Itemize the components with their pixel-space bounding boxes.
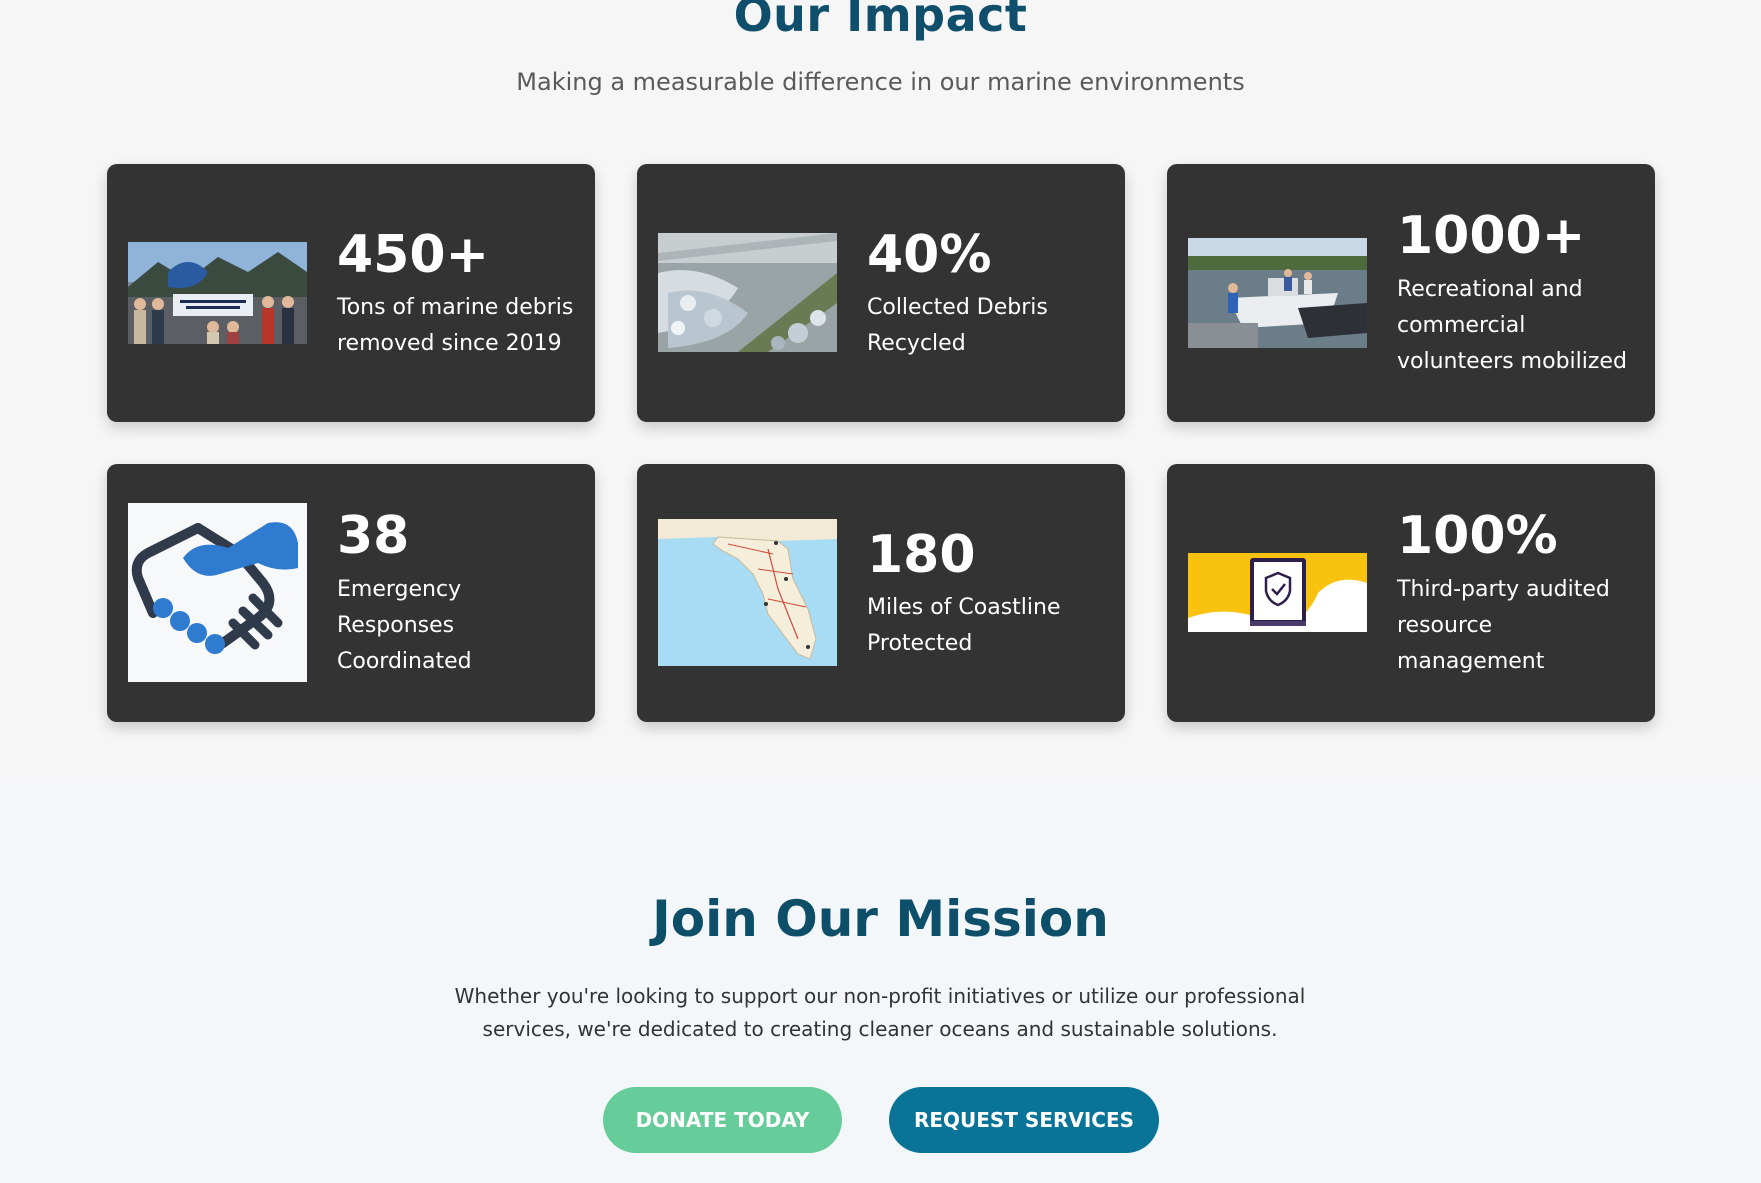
stat-value: 180 — [867, 524, 976, 585]
stat-block: 180 Miles of Coastline Protected — [867, 464, 1107, 722]
impact-card-coastline: 180 Miles of Coastline Protected — [637, 464, 1125, 722]
stat-label: Third-party audited resource management — [1397, 576, 1610, 675]
impact-card-volunteers: 1000+ Recreational and commercial volunt… — [1167, 164, 1655, 422]
stat-value: 450+ — [337, 224, 490, 285]
mission-title: Join Our Mission — [652, 890, 1109, 948]
florida-map — [658, 519, 837, 666]
impact-section: Our Impact Making a measurable differenc… — [0, 0, 1761, 780]
recycling-facility-photo — [658, 233, 837, 352]
stat-block: 100% Third-party audited resource manage… — [1397, 464, 1637, 722]
impact-card-audited: 100% Third-party audited resource manage… — [1167, 464, 1655, 722]
request-services-button[interactable]: REQUEST SERVICES — [889, 1087, 1159, 1153]
impact-subtitle: Making a measurable difference in our ma… — [516, 68, 1245, 96]
stat-label: Tons of marine debris removed since 2019 — [337, 294, 574, 357]
mission-description: Whether you're looking to support our no… — [454, 984, 1306, 1041]
mission-section: Join Our Mission Whether you're looking … — [0, 780, 1761, 1183]
impact-card-emergency: 38 Emergency Responses Coordinated — [107, 464, 595, 722]
stat-block: 450+ Tons of marine debris removed since… — [337, 164, 577, 422]
stat-label: Recreational and commercial volunteers m… — [1397, 276, 1627, 375]
stat-value: 40% — [867, 224, 992, 285]
audit-badge-icon — [1188, 553, 1367, 632]
stat-label: Emergency Responses Coordinated — [337, 576, 472, 675]
stat-block: 38 Emergency Responses Coordinated — [337, 464, 577, 722]
stat-value: 38 — [337, 506, 410, 567]
stat-block: 40% Collected Debris Recycled — [867, 164, 1107, 422]
boats-at-dock-photo — [1188, 238, 1367, 348]
impact-card-recycled: 40% Collected Debris Recycled — [637, 164, 1125, 422]
impact-title: Our Impact — [733, 0, 1028, 42]
stat-label: Collected Debris Recycled — [867, 294, 1048, 357]
stat-block: 1000+ Recreational and commercial volunt… — [1397, 164, 1637, 422]
impact-card-debris-removed: 450+ Tons of marine debris removed since… — [107, 164, 595, 422]
stat-value: 1000+ — [1397, 206, 1586, 267]
stat-value: 100% — [1397, 506, 1558, 567]
handshake-icon — [128, 503, 307, 682]
volunteer-group-photo — [128, 242, 307, 344]
stat-label: Miles of Coastline Protected — [867, 594, 1061, 657]
donate-button[interactable]: DONATE TODAY — [603, 1087, 842, 1153]
